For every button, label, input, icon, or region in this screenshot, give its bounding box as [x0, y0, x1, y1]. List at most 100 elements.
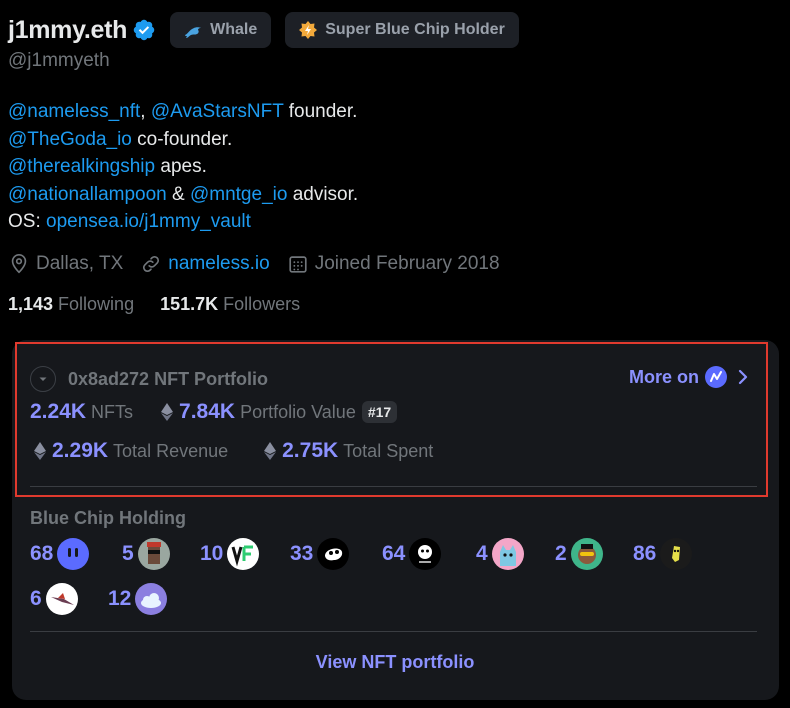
mention-avastarsnft[interactable]: @AvaStarsNFT: [151, 101, 284, 122]
spent-value: 2.75K: [282, 439, 339, 462]
holding-chip[interactable]: 2: [555, 538, 603, 570]
view-nft-portfolio-link[interactable]: View NFT portfolio: [0, 652, 790, 673]
vf-avatar-icon: [227, 538, 260, 570]
spent-stat: 2.75K Total Spent: [264, 439, 433, 463]
following-label: Following: [58, 294, 135, 314]
followers-count: 151.7K: [160, 294, 219, 314]
holding-chip[interactable]: 68: [30, 538, 90, 570]
holding-chip[interactable]: 6: [30, 583, 78, 615]
mention-mntge[interactable]: @mntge_io: [190, 184, 287, 205]
holding-chip[interactable]: 10: [200, 538, 260, 570]
whale-badge[interactable]: Whale: [170, 12, 272, 48]
chevron-right-icon: [738, 369, 748, 385]
dolphin-icon: [182, 19, 204, 41]
nfts-stat: 2.24K NFTs: [30, 400, 133, 424]
holding-chip[interactable]: 64: [382, 538, 442, 570]
ape-avatar-icon: [570, 538, 603, 570]
followers-link[interactable]: 151.7K Followers: [160, 294, 300, 315]
bio-line-4: @nationallampoon & @mntge_io advisor.: [8, 181, 358, 209]
verified-badge-icon: [133, 19, 155, 41]
bayc-avatar-icon: [409, 538, 442, 570]
calendar-icon: [289, 256, 307, 273]
profile-bio: @nameless_nft, @AvaStarsNFT founder. @Th…: [8, 98, 358, 236]
portfolio-stats-row-2: 2.29K Total Revenue 2.75K Total Spent: [34, 439, 457, 463]
portfolio-value-label: Portfolio Value: [240, 401, 356, 422]
divider: [30, 486, 757, 487]
bio-separator: &: [166, 183, 190, 205]
bio-line-2: @TheGoda_io co-founder.: [8, 126, 358, 154]
follow-stats: 1,143 Following 151.7K Followers: [8, 294, 326, 315]
website-link[interactable]: nameless.io: [168, 253, 269, 275]
alien-avatar-icon: [660, 538, 693, 570]
nfts-label: NFTs: [91, 401, 134, 422]
bio-separator: ,: [140, 101, 151, 122]
profile-meta: Dallas, TX nameless.io Joined February 2…: [8, 250, 517, 278]
followers-label: Followers: [223, 294, 301, 314]
portfolio-stats-row-1: 2.24K NFTs 7.84K Portfolio Value #17: [30, 400, 421, 424]
blue-chip-title: Blue Chip Holding: [30, 508, 186, 528]
skull-avatar-icon: [317, 538, 350, 570]
location: Dallas, TX: [8, 253, 123, 275]
bio-text: co-founder.: [131, 128, 233, 150]
punk-avatar-icon: [137, 538, 170, 570]
bio-line-1: @nameless_nft, @AvaStarsNFT founder.: [8, 98, 358, 126]
more-on-label: More on: [629, 366, 699, 387]
bird-avatar-icon: [45, 583, 78, 615]
bio-line-3: @therealkingship apes.: [8, 153, 358, 181]
website[interactable]: nameless.io: [140, 253, 270, 275]
holding-count: 86: [633, 542, 657, 565]
bio-line-5: OS: opensea.io/j1mmy_vault: [8, 208, 358, 236]
revenue-stat: 2.29K Total Revenue: [34, 439, 228, 463]
bio-text: advisor.: [287, 183, 359, 205]
cloud-avatar-icon: [135, 583, 168, 615]
revenue-label: Total Revenue: [113, 440, 229, 461]
joined-date: Joined February 2018: [287, 253, 500, 275]
ghost-avatar-icon: [57, 538, 90, 570]
super-blue-chip-label: Super Blue Chip Holder: [325, 21, 505, 38]
holding-chip[interactable]: 4: [476, 538, 524, 570]
nfts-value: 2.24K: [30, 400, 87, 423]
chevron-down-icon[interactable]: [30, 366, 56, 392]
eth-icon: [264, 442, 277, 460]
mention-nameless-nft[interactable]: @nameless_nft: [8, 101, 140, 122]
bio-text: OS:: [8, 211, 47, 232]
cat-avatar-icon: [491, 538, 524, 570]
bio-text: apes.: [155, 156, 207, 177]
holding-count: 5: [122, 542, 134, 565]
super-blue-chip-badge[interactable]: Super Blue Chip Holder: [285, 12, 519, 48]
holding-chip[interactable]: 86: [633, 538, 693, 570]
holding-count: 4: [476, 542, 488, 565]
eth-icon: [161, 403, 174, 421]
location-text: Dallas, TX: [36, 253, 124, 274]
link-icon: [143, 255, 160, 273]
holding-count: 12: [108, 587, 132, 610]
holding-chip[interactable]: 5: [122, 538, 170, 570]
holding-chip[interactable]: 33: [290, 538, 350, 570]
following-count: 1,143: [8, 294, 54, 314]
spent-label: Total Spent: [343, 440, 434, 461]
holding-count: 68: [30, 542, 54, 565]
mention-nationallampoon[interactable]: @nationallampoon: [8, 184, 167, 205]
display-name: j1mmy.eth: [8, 15, 128, 44]
holding-chip[interactable]: 12: [108, 583, 168, 615]
divider: [30, 631, 757, 632]
more-on-link[interactable]: More on: [629, 366, 749, 388]
holding-count: 64: [382, 542, 406, 565]
portfolio-value-stat: 7.84K Portfolio Value #17: [161, 400, 398, 424]
nftgo-logo-icon: [705, 366, 727, 388]
rank-badge: #17: [361, 401, 398, 423]
holding-count: 6: [30, 587, 42, 610]
bluechip-icon: [297, 19, 319, 41]
mention-thegoda[interactable]: @TheGoda_io: [8, 129, 132, 150]
following-link[interactable]: 1,143 Following: [8, 294, 134, 315]
portfolio-header[interactable]: 0x8ad272 NFT Portfolio: [30, 366, 268, 392]
revenue-value: 2.29K: [52, 439, 109, 462]
portfolio-title: 0x8ad272 NFT Portfolio: [68, 368, 269, 389]
location-pin-icon: [11, 254, 27, 274]
eth-icon: [34, 442, 46, 460]
mention-therealkingship[interactable]: @therealkingship: [8, 156, 155, 177]
portfolio-value: 7.84K: [179, 400, 236, 423]
holding-count: 10: [200, 542, 224, 565]
opensea-link[interactable]: opensea.io/j1mmy_vault: [46, 211, 251, 232]
profile-name-row: j1mmy.eth Whale Super Blue Chip Holder: [8, 12, 519, 48]
